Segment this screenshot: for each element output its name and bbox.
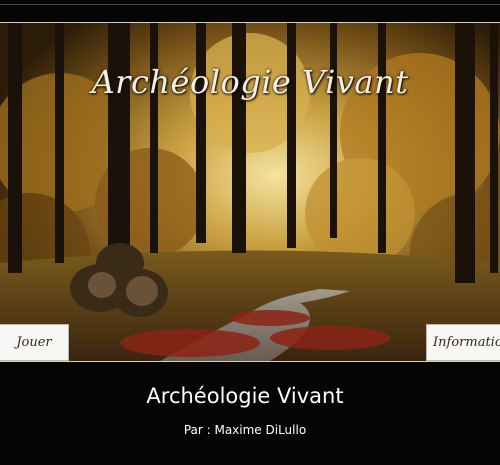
author-credit: Par : Maxime DiLullo xyxy=(183,423,307,437)
play-button[interactable]: Jouer xyxy=(0,324,69,361)
information-button[interactable]: Informations xyxy=(426,324,500,361)
top-divider xyxy=(0,4,500,5)
page-title: Archéologie Vivant xyxy=(146,384,344,408)
game-logo-title: Archéologie Vivant xyxy=(91,63,409,101)
game-title-screen: Archéologie Vivant Jouer Informations xyxy=(0,22,500,362)
